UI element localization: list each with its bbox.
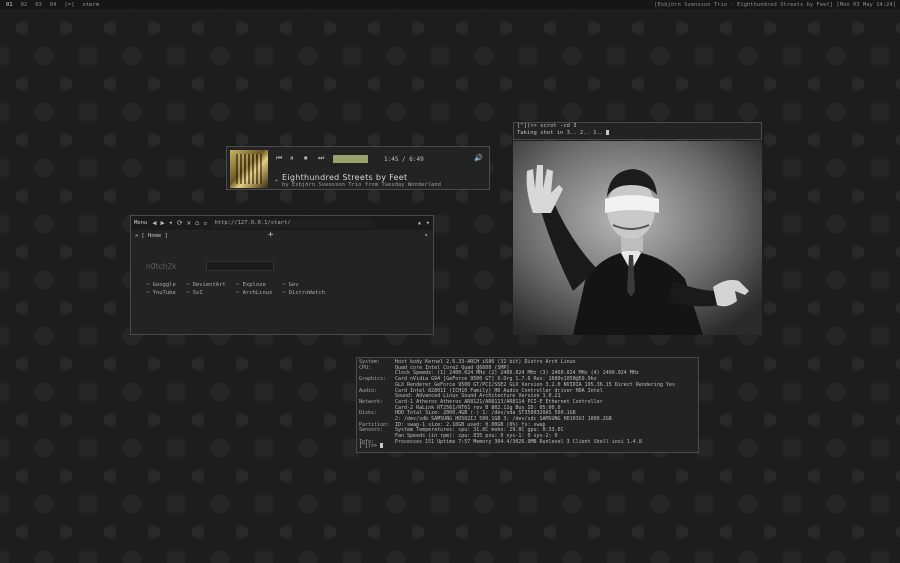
home-icon[interactable]: ⌂: [193, 219, 201, 227]
bookmark-star-icon[interactable]: ★ ▾: [417, 219, 433, 227]
terminal-line: Taking shot in 3.. 2.. 1..: [514, 130, 761, 137]
sysinfo-row: Info: Processes 151 Uptime 7:57 Memory 30…: [357, 438, 698, 446]
pause-icon[interactable]: ⏸: [290, 154, 294, 163]
terminal-cursor: [606, 130, 610, 135]
terminal-prompt: [^])>>: [359, 443, 384, 449]
active-window-title: xterm: [82, 1, 99, 8]
terminal-window[interactable]: [^])>> scrot -cd 3 Taking shot in 3.. 2.…: [513, 122, 762, 140]
tab-list-icon[interactable]: ▾: [424, 232, 428, 239]
workspace-list: 01 02 03 04: [2, 2, 61, 8]
close-tab-icon[interactable]: ✕: [131, 233, 141, 239]
image-viewer-window: [513, 141, 762, 335]
new-tab-button[interactable]: +: [268, 230, 273, 240]
sysinfo-output: System: Host kody Kernel 2.6.33-ARCH i686…: [357, 359, 698, 446]
volume-slider[interactable]: [333, 155, 368, 163]
link[interactable]: ~ ArchLinux: [236, 290, 282, 296]
workspace-tag[interactable]: 01: [2, 2, 17, 8]
link[interactable]: ~ Gev: [282, 282, 332, 288]
workspace-tag[interactable]: 04: [46, 2, 61, 8]
link-grid: ~ Googgle ~ DevientArt ~ Exploze ~ Gev ~…: [146, 282, 332, 296]
browser-toolbar: Menu ◀ ▶ ▾ ⟳ ✕ ⌂ ▫ http://127.0.0.1/star…: [131, 216, 433, 230]
workspace-tag[interactable]: 03: [31, 2, 46, 8]
top-status-bar: 01 02 03 04 [=] xterm [Esbjörn Svensson …: [0, 0, 900, 9]
link[interactable]: ~ Googgle: [146, 282, 186, 288]
forward-icon[interactable]: ▶: [158, 219, 166, 227]
next-icon[interactable]: ⏭: [318, 154, 324, 163]
tab-home[interactable]: [ Home ]: [141, 233, 168, 239]
blindfolded-man-photo: [513, 141, 762, 335]
prev-icon[interactable]: ⏮: [276, 154, 282, 163]
link[interactable]: ~ YouTube: [146, 290, 186, 296]
sysinfo-value: Processes 151 Uptime 7:57 Memory 304.4/3…: [395, 438, 642, 445]
tab-bar: ✕ [ Home ] + ▾: [131, 230, 433, 241]
dropdown-icon[interactable]: ▾: [167, 219, 175, 227]
terminal-line: [^])>> scrot -cd 3: [517, 123, 577, 129]
link[interactable]: ~ SvZ: [186, 290, 236, 296]
terminal-cursor: [380, 443, 384, 448]
reload-icon[interactable]: ⟳: [175, 219, 185, 227]
photo-illustration: [513, 141, 762, 335]
status-text: [Esbjörn Svensson Trio - Eighthundred St…: [654, 1, 896, 8]
page-logo: n0tch2k: [146, 262, 177, 271]
volume-fill: [333, 155, 368, 163]
menu-button[interactable]: Menu: [131, 220, 150, 226]
stop-icon[interactable]: ⏹: [304, 154, 308, 163]
page-icon: ▫: [203, 219, 208, 227]
layout-indicator[interactable]: [=]: [61, 2, 79, 8]
track-time: 1:45 / 6:49: [384, 156, 424, 163]
link[interactable]: ~ Exploze: [236, 282, 282, 288]
play-indicator-icon: ▸: [275, 177, 279, 184]
music-player-window: ⏮ ⏸ ⏹ ⏭ 1:45 / 6:49 🔊 ▸ Eighthundred Str…: [226, 146, 490, 190]
link[interactable]: ~ DistroWatch: [282, 290, 332, 296]
track-byline: by Esbjörn Svensson Trio from Tuesday Wo…: [282, 182, 441, 188]
url-field[interactable]: http://127.0.0.1/start/: [212, 218, 375, 228]
sysinfo-terminal-window[interactable]: System: Host kody Kernel 2.6.33-ARCH i686…: [356, 357, 699, 453]
album-cover: [230, 150, 268, 188]
workspace-tag[interactable]: 02: [17, 2, 32, 8]
track-title: Eighthundred Streets by Feet: [282, 173, 408, 182]
search-input[interactable]: [206, 261, 274, 271]
speaker-icon[interactable]: 🔊: [474, 154, 483, 162]
link[interactable]: ~ DevientArt: [186, 282, 236, 288]
back-icon[interactable]: ◀: [150, 219, 158, 227]
stop-icon[interactable]: ✕: [185, 219, 193, 227]
browser-window: Menu ◀ ▶ ▾ ⟳ ✕ ⌂ ▫ http://127.0.0.1/star…: [130, 215, 434, 335]
